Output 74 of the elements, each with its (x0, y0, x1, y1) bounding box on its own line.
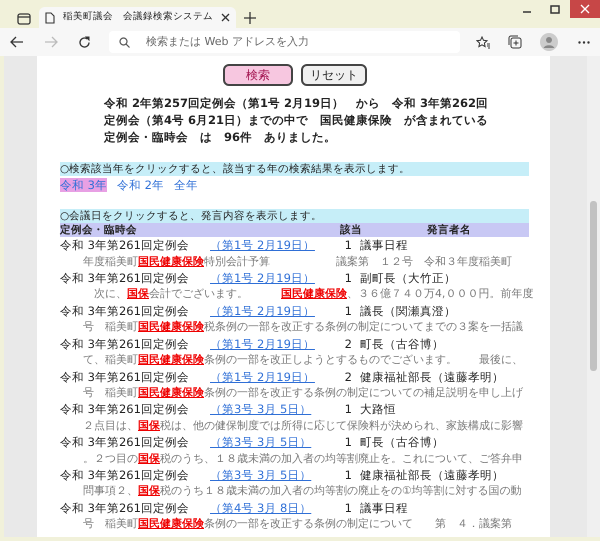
meeting-name: 令和 3年第261回定例会 (60, 237, 190, 254)
page-icon (45, 12, 55, 24)
meeting-name: 令和 3年第261回定例会 (60, 466, 190, 484)
address-bar[interactable]: 検索または Web アドレスを入力 (109, 31, 460, 53)
date-link[interactable]: （第1号 2月19日） (210, 270, 315, 286)
speaker-name: 町長（古谷博） (360, 336, 445, 352)
notice-banner: ○検索該当年をクリックすると、該当する年の検索結果を表示します。 (60, 162, 529, 176)
speaker-name: 健康福祉部長（遠藤孝明） (360, 368, 505, 385)
search-button[interactable]: 検索 (223, 64, 293, 86)
excerpt-text: 。２つ目の国保税のうち、１８歳未満の加入者の均等割廃止を。これについて、ご答弁申 (82, 450, 524, 467)
close-window-icon[interactable] (570, 0, 600, 18)
reset-button[interactable]: リセット (301, 64, 367, 86)
hit-count: 1 (344, 237, 353, 254)
more-icon[interactable] (578, 40, 590, 44)
hit-count: 2 (344, 336, 353, 352)
hit-count: 1 (344, 500, 353, 516)
result-summary: 令和 2年第257回定例会（第1号 2月19日） から 令和 3年第262回定例会（第4号 6月21日）までの中で 国民健康保険 が含まれている定例会・臨時会 は 96件 ありました。 (104, 95, 490, 146)
back-icon[interactable] (10, 36, 24, 48)
date-link[interactable]: （第4号 3月 8日） (210, 500, 312, 516)
column-header: 定例会・臨時会 (60, 223, 138, 238)
search-icon (119, 36, 130, 48)
excerpt-text: 問事項２、国保税のうち１８歳未満の加入者の均等割の廃止をの①均等割に対する国の動 (82, 483, 523, 500)
speaker-name: 議長（関瀬真澄） (360, 302, 457, 320)
speaker-name: 町長（古谷博） (360, 434, 445, 451)
meeting-name: 令和 3年第261回定例会 (60, 434, 190, 451)
maximize-icon[interactable] (550, 5, 560, 14)
excerpt-text: 号 稲美町国民健康保険税条例の一部を改正する条例の制定についてまでの３案を一括議 (82, 319, 524, 336)
scrollbar[interactable] (587, 56, 600, 537)
hit-count: 1 (344, 434, 353, 451)
date-link[interactable]: （第1号 2月19日） (210, 368, 315, 385)
tab-title: 稲美町議会 会議録検索システム (63, 10, 213, 24)
favorites-icon[interactable] (476, 36, 491, 48)
address-placeholder: 検索または Web アドレスを入力 (146, 34, 309, 50)
excerpt-text: ２点目は、国保税は、他の健保制度では所得に応じて保険料が決められ、家族構成に影響 (82, 418, 524, 434)
meeting-name: 令和 3年第261回定例会 (60, 500, 190, 516)
excerpt-text: 年度稲美町国民健康保険特別会計予算 議案第 １２号 令和３年度稲美町 (82, 254, 513, 270)
hit-count: 1 (344, 466, 353, 484)
excerpt-text: て、稲美町国民健康保険条例の一部を改正しようとするものでございます。 最後に、 (82, 352, 524, 368)
hit-count: 1 (344, 302, 353, 320)
excerpt-text: 号 稲美町国民健康保険条例の一部を改正する条例の制定について 第 ４．議案第 (82, 516, 513, 532)
speaker-name: 大路恒 (360, 401, 397, 418)
date-link[interactable]: （第3号 3月 5日） (210, 466, 312, 484)
hit-count: 1 (344, 401, 353, 418)
hit-count: 1 (344, 270, 353, 286)
browser-tab[interactable]: 稲美町議会 会議録検索システム (39, 7, 236, 28)
speaker-name: 議事日程 (360, 500, 409, 516)
collections-icon[interactable] (508, 35, 522, 49)
column-header: 発言者名 (427, 223, 472, 238)
meeting-name: 令和 3年第261回定例会 (60, 401, 190, 418)
close-icon[interactable] (221, 13, 230, 22)
speaker-name: 健康福祉部長（遠藤孝明） (360, 466, 505, 484)
date-link[interactable]: （第3号 3月 5日） (210, 401, 312, 418)
meeting-name: 令和 3年第261回定例会 (60, 368, 190, 385)
year-link[interactable]: 令和 2年 (116, 178, 164, 192)
hit-count: 2 (344, 368, 353, 385)
date-link[interactable]: （第1号 2月19日） (210, 302, 315, 320)
meeting-name: 令和 3年第261回定例会 (60, 302, 190, 320)
profile-avatar-icon[interactable] (540, 33, 558, 51)
meeting-name: 令和 3年第261回定例会 (60, 270, 190, 286)
notice-banner: ○会議日をクリックすると、発言内容を表示します。 (60, 209, 529, 224)
forward-icon (44, 36, 58, 48)
excerpt-text: 号 稲美町国民健康保険条例の一部を改正する条例の制定についての補足説明を申し上げ (82, 384, 524, 401)
meeting-name: 令和 3年第261回定例会 (60, 336, 190, 352)
column-header: 該当 (340, 223, 363, 238)
date-link[interactable]: （第3号 3月 5日） (210, 434, 312, 451)
sidebar-icon[interactable] (17, 13, 31, 25)
speaker-name: 議事日程 (360, 237, 409, 254)
year-link[interactable]: 全年 (174, 178, 198, 192)
new-tab-icon[interactable] (244, 12, 256, 24)
speaker-name: 副町長（大竹正） (360, 270, 457, 286)
year-link[interactable]: 令和 3年 (60, 178, 107, 192)
date-link[interactable]: （第1号 2月19日） (210, 237, 315, 254)
date-link[interactable]: （第1号 2月19日） (210, 336, 315, 352)
refresh-icon[interactable] (78, 36, 91, 48)
